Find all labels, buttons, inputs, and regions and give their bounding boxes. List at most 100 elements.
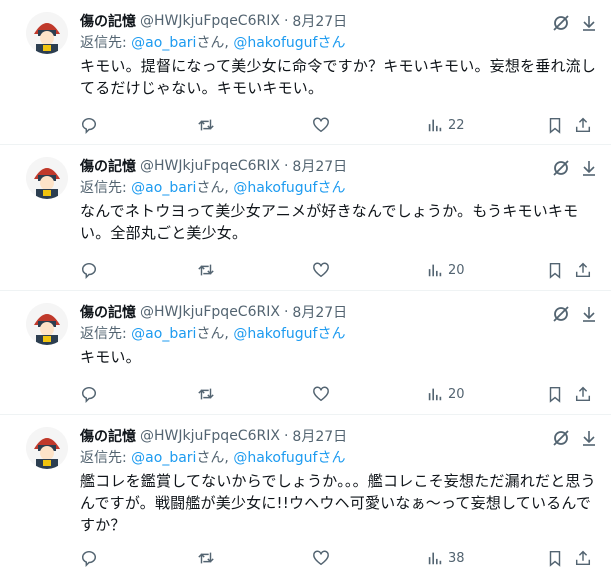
action-bar: 38 <box>80 548 597 588</box>
mention-link[interactable]: @hakofugufさん <box>233 326 345 342</box>
retweet-button[interactable] <box>197 548 215 568</box>
like-icon <box>313 386 329 402</box>
bookmark-button[interactable] <box>546 260 564 280</box>
reply-icon <box>81 262 97 279</box>
grok-icon[interactable] <box>551 13 571 33</box>
author-name[interactable]: 傷の記憶 <box>80 302 136 322</box>
share-button[interactable] <box>574 384 592 404</box>
reply-icon <box>81 550 97 567</box>
reply-button[interactable] <box>80 548 98 568</box>
bookmark-button[interactable] <box>546 115 564 135</box>
tweet[interactable]: 傷の記憶 @HWJkjuFpqeC6RIX · 8月27日 返信先: @ao_b… <box>0 291 611 415</box>
like-button[interactable] <box>312 260 330 280</box>
separator-dot: · <box>283 158 289 174</box>
retweet-icon <box>198 119 214 131</box>
mention-link[interactable]: @ao_bari <box>131 326 196 342</box>
like-button[interactable] <box>312 384 330 404</box>
reply-separator: さん, <box>196 450 234 466</box>
author-handle[interactable]: @HWJkjuFpqeC6RIX <box>140 304 280 320</box>
mention-link[interactable]: @hakofugufさん <box>233 35 345 51</box>
mention-link[interactable]: @ao_bari <box>131 35 196 51</box>
author-handle[interactable]: @HWJkjuFpqeC6RIX <box>140 158 280 174</box>
views-icon <box>428 119 442 132</box>
retweet-button[interactable] <box>197 115 215 135</box>
share-button[interactable] <box>574 115 592 135</box>
timestamp[interactable]: 8月27日 <box>292 426 347 446</box>
retweet-icon <box>198 264 214 276</box>
more-icon[interactable] <box>579 159 599 177</box>
mention-link[interactable]: @ao_bari <box>131 450 196 466</box>
share-button[interactable] <box>574 548 592 568</box>
like-icon <box>313 550 329 566</box>
like-button[interactable] <box>312 548 330 568</box>
tweet[interactable]: 傷の記憶 @HWJkjuFpqeC6RIX · 8月27日 返信先: @ao_b… <box>0 0 611 145</box>
share-icon <box>575 262 591 278</box>
views-icon <box>428 552 442 565</box>
views-count: 38 <box>448 550 465 566</box>
more-icon[interactable] <box>579 305 599 323</box>
reply-separator: さん, <box>196 326 234 342</box>
grok-icon[interactable] <box>551 158 571 178</box>
separator-dot: · <box>283 13 289 29</box>
reply-icon <box>81 117 97 134</box>
mention-link[interactable]: @hakofugufさん <box>233 180 345 196</box>
views-button[interactable]: 22 <box>426 115 465 135</box>
views-button[interactable]: 20 <box>426 260 465 280</box>
avatar[interactable] <box>26 303 68 345</box>
bookmark-button[interactable] <box>546 548 564 568</box>
share-icon <box>575 386 591 402</box>
like-button[interactable] <box>312 115 330 135</box>
grok-icon[interactable] <box>551 304 571 324</box>
views-button[interactable]: 20 <box>426 384 465 404</box>
reply-separator: さん, <box>196 180 234 196</box>
retweet-button[interactable] <box>197 384 215 404</box>
avatar[interactable] <box>26 427 68 469</box>
reply-to: 返信先: @ao_bariさん, @hakofugufさん <box>80 33 597 53</box>
share-button[interactable] <box>574 260 592 280</box>
reply-button[interactable] <box>80 384 98 404</box>
more-icon[interactable] <box>579 429 599 447</box>
avatar[interactable] <box>26 157 68 199</box>
avatar[interactable] <box>26 12 68 54</box>
bookmark-icon <box>549 117 561 134</box>
mention-link[interactable]: @ao_bari <box>131 180 196 196</box>
retweet-icon <box>198 388 214 400</box>
timestamp[interactable]: 8月27日 <box>292 11 347 31</box>
author-handle[interactable]: @HWJkjuFpqeC6RIX <box>140 428 280 444</box>
retweet-icon <box>198 552 214 564</box>
reply-prefix: 返信先: <box>80 35 132 51</box>
reply-prefix: 返信先: <box>80 450 132 466</box>
views-count: 20 <box>448 262 465 278</box>
views-icon <box>428 264 442 277</box>
author-name[interactable]: 傷の記憶 <box>80 156 136 176</box>
reply-icon <box>81 386 97 403</box>
reply-prefix: 返信先: <box>80 326 132 342</box>
timestamp[interactable]: 8月27日 <box>292 302 347 322</box>
reply-button[interactable] <box>80 260 98 280</box>
views-count: 20 <box>448 386 465 402</box>
timestamp[interactable]: 8月27日 <box>292 156 347 176</box>
views-icon <box>428 388 442 401</box>
like-icon <box>313 117 329 133</box>
tweet-text: 艦コレを鑑賞してないからでしょうか。。。艦コレこそ妄想ただ漏れだと思うんですが。… <box>80 472 596 534</box>
grok-icon[interactable] <box>551 428 571 448</box>
author-name[interactable]: 傷の記憶 <box>80 11 136 31</box>
views-button[interactable]: 38 <box>426 548 465 568</box>
reply-button[interactable] <box>80 115 98 135</box>
reply-prefix: 返信先: <box>80 180 132 196</box>
more-icon[interactable] <box>579 14 599 32</box>
author-handle[interactable]: @HWJkjuFpqeC6RIX <box>140 13 280 29</box>
tweet[interactable]: 傷の記憶 @HWJkjuFpqeC6RIX · 8月27日 返信先: @ao_b… <box>0 415 611 577</box>
bookmark-icon <box>549 386 561 403</box>
mention-link[interactable]: @hakofugufさん <box>233 450 345 466</box>
bookmark-icon <box>549 262 561 279</box>
author-name[interactable]: 傷の記憶 <box>80 426 136 446</box>
separator-dot: · <box>283 304 289 320</box>
retweet-button[interactable] <box>197 260 215 280</box>
tweet-text: なんでネトウヨって美少女アニメが好きなんでしょうか。もうキモいキモい。全部丸ごと… <box>80 202 579 242</box>
share-icon <box>575 117 591 133</box>
tweet[interactable]: 傷の記憶 @HWJkjuFpqeC6RIX · 8月27日 返信先: @ao_b… <box>0 145 611 291</box>
bookmark-button[interactable] <box>546 384 564 404</box>
views-count: 22 <box>448 117 465 133</box>
like-icon <box>313 262 329 278</box>
